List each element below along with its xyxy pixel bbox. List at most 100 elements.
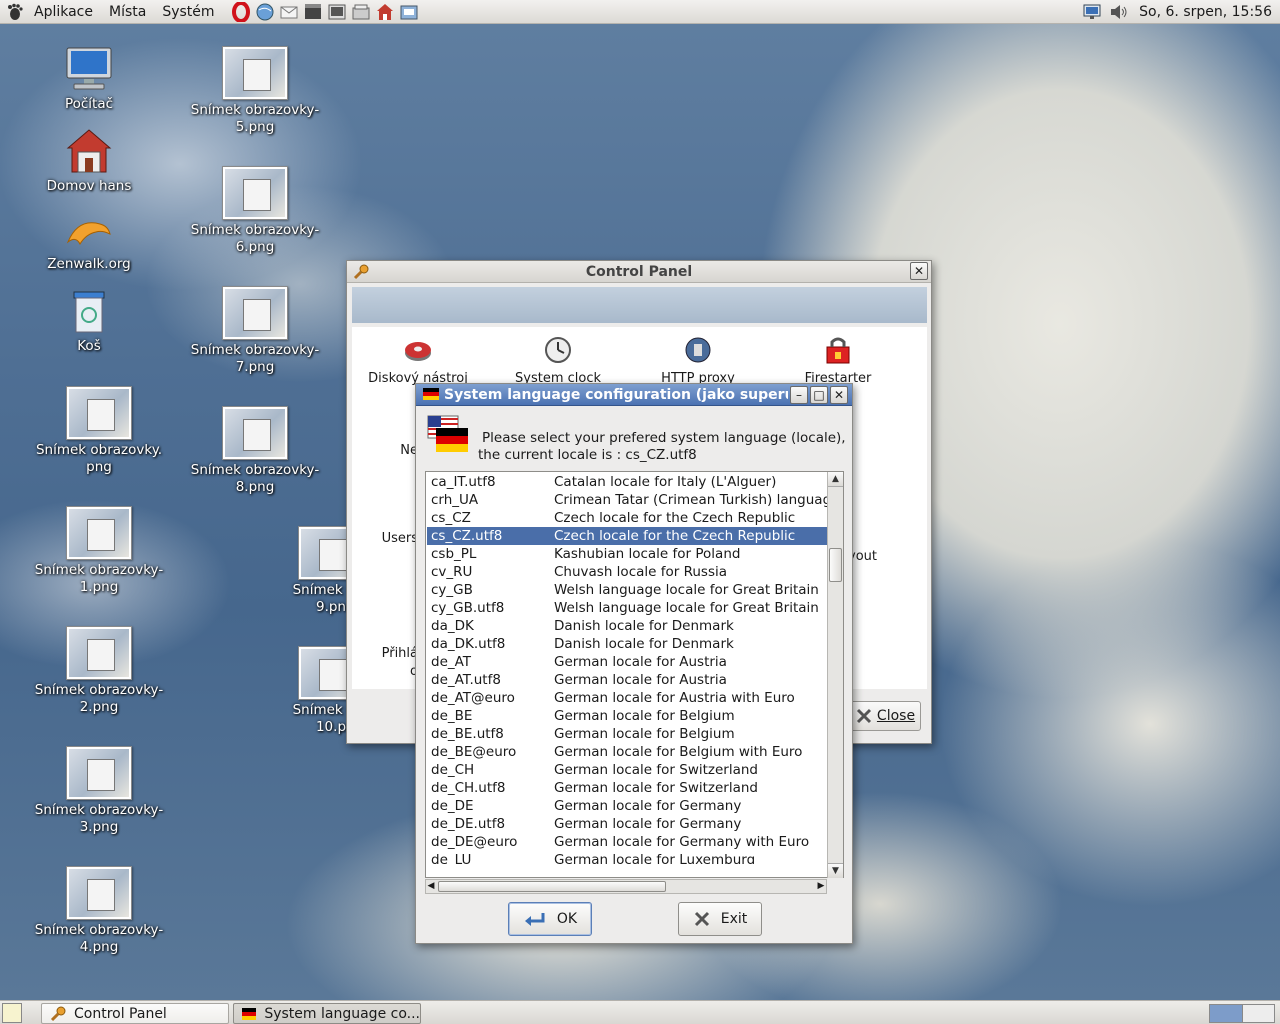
volume-icon[interactable] <box>1108 1 1130 27</box>
locale-row[interactable]: csb_PL Kashubian locale for Poland <box>427 545 827 563</box>
cp-item-users[interactable]: Users <box>358 513 418 546</box>
desktop-icon-screenshot-1[interactable]: Snímek obrazovky- 1.png <box>34 506 164 596</box>
workspace-1[interactable] <box>1210 1005 1243 1022</box>
scroll-left-arrow-icon[interactable]: ◀ <box>426 880 436 893</box>
locale-row[interactable]: de_BE German locale for Belgium <box>427 707 827 725</box>
cp-item-keyboard-layout[interactable]: yout <box>848 549 908 564</box>
scrollbar-thumb[interactable] <box>829 548 842 582</box>
locale-row[interactable]: de_LU German locale for Luxemburg <box>427 851 827 864</box>
locale-row[interactable]: de_CH.utf8 German locale for Switzerland <box>427 779 827 797</box>
panel-clock[interactable]: So, 6. srpen, 15:56 <box>1139 0 1272 24</box>
taskbar-item-language-dialog[interactable]: System language co... <box>233 1003 421 1024</box>
cp-item-disk-tool[interactable]: Diskový nástroj <box>358 335 478 386</box>
desktop-icon-computer[interactable]: Počítač <box>24 46 154 113</box>
locale-row[interactable]: da_DK.utf8 Danish locale for Denmark <box>427 635 827 653</box>
top-panel: Aplikace Místa Systém So, 6. srpen, 15:5… <box>0 0 1280 24</box>
home-launcher-icon[interactable] <box>374 1 396 23</box>
desktop-icon-screenshot-2[interactable]: Snímek obrazovky- 2.png <box>34 626 164 716</box>
locale-row[interactable]: cy_GB.utf8 Welsh language locale for Grea… <box>427 599 827 617</box>
locale-row[interactable]: de_CH German locale for Switzerland <box>427 761 827 779</box>
locale-row[interactable]: de_DE@euro German locale for Germany with… <box>427 833 827 851</box>
menu-applications[interactable]: Aplikace <box>26 0 101 24</box>
desktop-icon-screenshot-5[interactable]: Snímek obrazovky- 5.png <box>190 46 320 136</box>
computer-icon <box>66 47 112 90</box>
cp-item-firestarter[interactable]: Firestarter <box>778 335 898 386</box>
locale-description: Crimean Tatar (Crimean Turkish) language <box>554 492 827 508</box>
locale-row[interactable]: de_AT.utf8 German locale for Austria <box>427 671 827 689</box>
control-panel-banner <box>352 287 927 323</box>
locale-row[interactable]: de_BE.utf8 German locale for Belgium <box>427 725 827 743</box>
menu-places[interactable]: Místa <box>101 0 154 24</box>
show-desktop-button[interactable] <box>2 1003 22 1023</box>
screenshot-thumbnail <box>222 46 288 100</box>
locale-row[interactable]: crh_UA Crimean Tatar (Crimean Turkish) la… <box>427 491 827 509</box>
locale-row[interactable]: cv_RU Chuvash locale for Russia <box>427 563 827 581</box>
locale-description: German locale for Switzerland <box>554 762 759 778</box>
proxy-icon <box>685 337 711 363</box>
desktop-icon-home[interactable]: Domov hans <box>24 128 154 195</box>
scroll-down-arrow-icon[interactable]: ▼ <box>828 863 843 878</box>
desktop-icon-screenshot-8[interactable]: Snímek obrazovky- 8.png <box>190 406 320 496</box>
cp-item-login[interactable]: Přihlá o <box>368 627 418 699</box>
locale-row[interactable]: da_DK Danish locale for Denmark <box>427 617 827 635</box>
close-window-button[interactable]: ✕ <box>910 262 928 280</box>
taskbar-item-control-panel[interactable]: Control Panel <box>41 1003 229 1024</box>
locale-row[interactable]: de_AT@euro German locale for Austria with… <box>427 689 827 707</box>
close-icon <box>856 708 871 724</box>
enter-arrow-icon <box>524 913 545 926</box>
language-dialog-titlebar[interactable]: System language configuration (jako supe… <box>416 384 852 406</box>
cp-item-label: yout <box>848 549 877 564</box>
media-launcher-icon[interactable] <box>302 1 324 23</box>
locale-row[interactable]: ca_IT.utf8 Catalan locale for Italy (L'Al… <box>427 473 827 491</box>
horizontal-scrollbar[interactable]: ◀ ▶ <box>425 879 827 894</box>
locale-row[interactable]: de_BE@euro German locale for Belgium with… <box>427 743 827 761</box>
locale-row[interactable]: de_DE.utf8 German locale for Germany <box>427 815 827 833</box>
scroll-right-arrow-icon[interactable]: ▶ <box>816 880 826 893</box>
locale-code: cy_GB.utf8 <box>431 600 505 616</box>
locale-row[interactable]: cs_CZ.utf8 Czech locale for the Czech Rep… <box>427 527 827 545</box>
file-manager-launcher-icon[interactable] <box>350 1 372 23</box>
desktop-icon-screenshot-6[interactable]: Snímek obrazovky- 6.png <box>190 166 320 256</box>
scroll-up-arrow-icon[interactable]: ▲ <box>828 472 843 487</box>
german-flag-icon <box>242 1007 257 1020</box>
minimize-button[interactable]: – <box>790 386 808 404</box>
control-panel-titlebar[interactable]: Control Panel ✕ <box>347 261 931 283</box>
desktop-icon-screenshot[interactable]: Snímek obrazovky. png <box>34 386 164 476</box>
web-browser-launcher-icon[interactable] <box>254 1 276 23</box>
cp-item-system-clock[interactable]: System clock <box>498 335 618 386</box>
maximize-button[interactable]: □ <box>810 386 828 404</box>
close-button[interactable]: Close <box>849 701 921 731</box>
desktop-icon-screenshot-7[interactable]: Snímek obrazovky- 7.png <box>190 286 320 376</box>
desktop-icon-label: Snímek obrazovky. png <box>35 442 163 475</box>
locale-code: crh_UA <box>431 492 479 508</box>
locale-row[interactable]: cs_CZ Czech locale for the Czech Republic <box>427 509 827 527</box>
locale-list[interactable]: ca_IT.utf8 Catalan locale for Italy (L'Al… <box>425 471 844 878</box>
cp-item-http-proxy[interactable]: HTTP proxy <box>638 335 758 386</box>
locale-row[interactable]: cy_GB Welsh language locale for Great Bri… <box>427 581 827 599</box>
network-status-icon[interactable] <box>1082 1 1104 27</box>
mail-launcher-icon[interactable] <box>278 1 300 23</box>
vertical-scrollbar[interactable]: ▲ ▼ <box>827 472 843 878</box>
desktop-icon-trash[interactable]: Koš <box>24 290 154 355</box>
locale-row[interactable]: de_AT German locale for Austria <box>427 653 827 671</box>
desktop-icon-screenshot-4[interactable]: Snímek obrazovky- 4.png <box>34 866 164 956</box>
opera-launcher-icon[interactable] <box>230 1 252 23</box>
scrollbar-thumb[interactable] <box>438 881 666 892</box>
workspace-switcher[interactable] <box>1209 1004 1275 1023</box>
desktop-icon-label: Koš <box>77 338 101 354</box>
ok-button[interactable]: OK <box>508 902 592 936</box>
workspace-2[interactable] <box>1242 1005 1274 1022</box>
locale-description: Kashubian locale for Poland <box>554 546 741 562</box>
desktop-icon-zenwalk[interactable]: Zenwalk.org <box>24 212 154 273</box>
network-launcher-icon[interactable] <box>398 1 420 23</box>
desktop-icon-screenshot-3[interactable]: Snímek obrazovky- 3.png <box>34 746 164 836</box>
cp-item-label: Přihlá o <box>381 646 418 679</box>
exit-button[interactable]: Exit <box>678 902 762 936</box>
close-window-button[interactable]: ✕ <box>830 386 848 404</box>
locale-code: cs_CZ.utf8 <box>431 528 503 544</box>
locale-row[interactable]: de_DE German locale for Germany <box>427 797 827 815</box>
menu-system[interactable]: Systém <box>154 0 222 24</box>
terminal-launcher-icon[interactable] <box>326 1 348 23</box>
cp-item-network[interactable]: Ne <box>358 415 418 458</box>
close-icon <box>694 911 709 927</box>
